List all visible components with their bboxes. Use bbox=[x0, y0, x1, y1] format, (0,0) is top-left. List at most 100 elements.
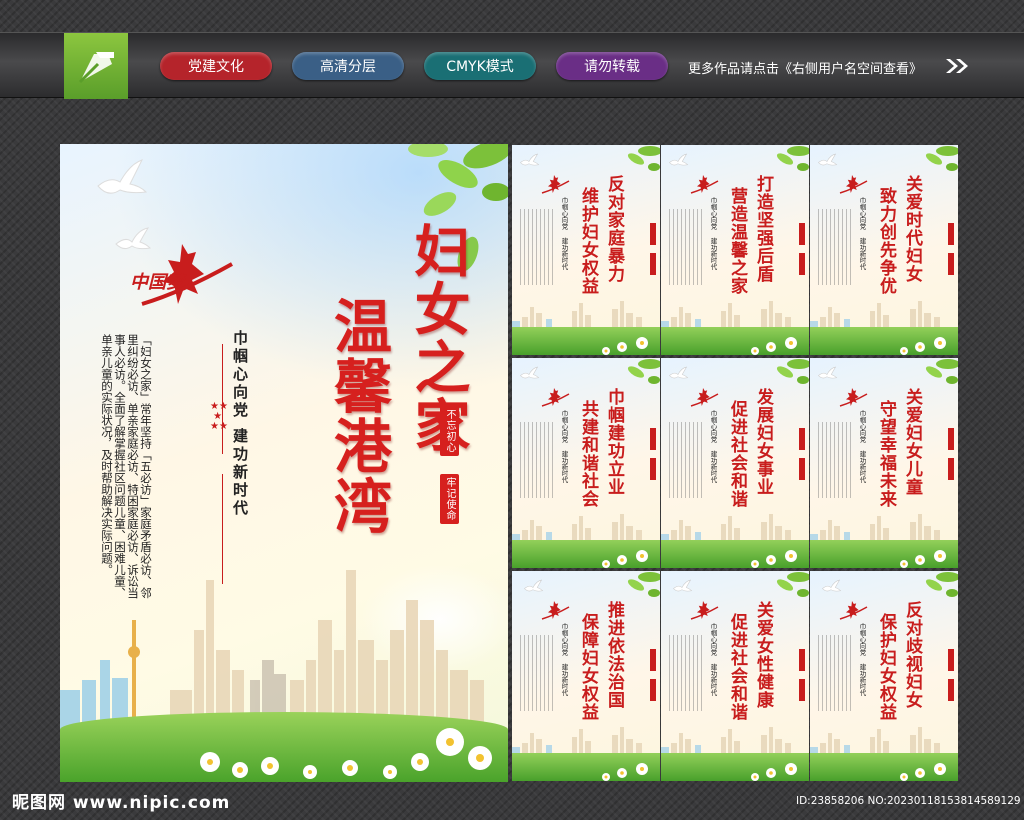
card-subtitle: 巾帼心向党 建功新时代 bbox=[858, 410, 866, 483]
top-banner: 党建文化 高清分层 CMYK模式 请勿转载 更多作品请点击《右侧用户名空间查看》 bbox=[0, 32, 1024, 99]
card-title-line1: 巾帼建功立业 bbox=[604, 388, 624, 496]
dove-icon bbox=[520, 366, 540, 379]
card-title-line1: 关爱妇女儿童 bbox=[902, 388, 922, 496]
dove-icon bbox=[818, 366, 838, 379]
card-seal bbox=[948, 253, 954, 275]
poster-title-line1: 妇女之家 bbox=[405, 222, 471, 454]
card-seal bbox=[650, 458, 656, 480]
card-title-line2: 促进社会和谐 bbox=[727, 400, 747, 508]
double-chevron-right-icon[interactable] bbox=[944, 57, 972, 75]
card-subtitle: 巾帼心向党 建功新时代 bbox=[560, 623, 568, 696]
dove-icon bbox=[818, 153, 838, 166]
card-subtitle: 巾帼心向党 建功新时代 bbox=[709, 623, 717, 696]
card-title-line1: 打造坚强后盾 bbox=[753, 175, 773, 283]
poster-subtitle-line1: 巾帼心向党 bbox=[231, 330, 249, 420]
divider-line bbox=[222, 344, 223, 454]
great-wall-logo-icon bbox=[541, 388, 570, 407]
card-seal bbox=[799, 223, 805, 245]
card-seal bbox=[948, 428, 954, 450]
card-subtitle: 巾帼心向党 建功新时代 bbox=[560, 197, 568, 270]
more-works-link[interactable]: 更多作品请点击《右侧用户名空间查看》 bbox=[688, 58, 922, 77]
daisy-flowers bbox=[602, 763, 648, 781]
great-wall-logo-icon bbox=[690, 601, 719, 620]
dove-icon bbox=[822, 579, 842, 592]
pen-nib-icon bbox=[78, 52, 114, 84]
daisy-flowers bbox=[751, 763, 797, 781]
poster-card[interactable]: 推进依法治国 保障妇女权益 巾帼心向党 建功新时代 bbox=[512, 571, 660, 781]
card-seal bbox=[650, 223, 656, 245]
card-body-text-block bbox=[520, 635, 554, 711]
daisy-flowers bbox=[900, 763, 946, 781]
poster-card[interactable]: 反对家庭暴力 维护妇女权益 巾帼心向党 建功新时代 bbox=[512, 145, 660, 355]
card-title-line1: 发展妇女事业 bbox=[753, 388, 773, 496]
dove-icon bbox=[97, 159, 148, 194]
great-wall-logo-icon bbox=[690, 388, 719, 407]
card-title-line2: 致力创先争优 bbox=[876, 187, 896, 295]
star-decoration: ★★ ★ ★★ bbox=[210, 401, 228, 432]
seal-text: 牢记使命 bbox=[444, 477, 455, 521]
daisy-flowers bbox=[602, 337, 648, 355]
card-title-line1: 关爱时代妇女 bbox=[902, 175, 922, 283]
card-subtitle: 巾帼心向党 建功新时代 bbox=[858, 197, 866, 270]
card-title-line2: 守望幸福未来 bbox=[876, 400, 896, 508]
card-seal bbox=[799, 649, 805, 671]
daisy-flowers bbox=[900, 337, 946, 355]
tag-label: 高清分层 bbox=[320, 59, 376, 75]
poster-card[interactable]: 巾帼建功立业 共建和谐社会 巾帼心向党 建功新时代 bbox=[512, 358, 660, 568]
daisy-flowers bbox=[900, 550, 946, 568]
card-body-text-block bbox=[520, 422, 554, 498]
dove-icon bbox=[673, 579, 693, 592]
card-seal bbox=[948, 223, 954, 245]
card-body-text-block bbox=[669, 209, 703, 285]
logo-text: 中国梦 bbox=[130, 272, 184, 293]
poster-card[interactable]: 关爱时代妇女 致力创先争优 巾帼心向党 建功新时代 bbox=[810, 145, 958, 355]
card-seal bbox=[799, 679, 805, 701]
card-seal bbox=[799, 253, 805, 275]
poster-subtitle-line2: 建功新时代 bbox=[231, 428, 249, 518]
poster-card[interactable]: 反对歧视妇女 保护妇女权益 巾帼心向党 建功新时代 bbox=[810, 571, 958, 781]
dove-icon bbox=[669, 153, 689, 166]
card-title-line2: 保护妇女权益 bbox=[876, 613, 896, 721]
daisy-flowers bbox=[751, 550, 797, 568]
poster-card[interactable]: 关爱妇女儿童 守望幸福未来 巾帼心向党 建功新时代 bbox=[810, 358, 958, 568]
poster-card[interactable]: 发展妇女事业 促进社会和谐 巾帼心向党 建功新时代 bbox=[661, 358, 809, 568]
tag-label: 党建文化 bbox=[188, 59, 244, 75]
tag-hd-layers[interactable]: 高清分层 bbox=[292, 52, 404, 80]
dove-icon bbox=[520, 153, 540, 166]
site-logo[interactable] bbox=[64, 33, 128, 99]
card-seal bbox=[650, 253, 656, 275]
dove-icon bbox=[524, 579, 544, 592]
card-title-line2: 共建和谐社会 bbox=[578, 400, 598, 508]
card-subtitle: 巾帼心向党 建功新时代 bbox=[560, 410, 568, 483]
tag-no-repost[interactable]: 请勿转载 bbox=[556, 52, 668, 80]
card-seal bbox=[799, 428, 805, 450]
card-body-text-block bbox=[818, 422, 852, 498]
card-title-line2: 促进社会和谐 bbox=[727, 613, 747, 721]
card-body-text-block bbox=[669, 422, 703, 498]
great-wall-logo-icon bbox=[839, 601, 868, 620]
card-title-line1: 推进依法治国 bbox=[604, 601, 624, 709]
card-seal bbox=[948, 649, 954, 671]
card-subtitle: 巾帼心向党 建功新时代 bbox=[709, 410, 717, 483]
site-watermark[interactable]: 昵图网 www.nipic.com bbox=[12, 788, 230, 813]
card-body-text-block bbox=[669, 635, 703, 711]
great-wall-logo-icon bbox=[839, 388, 868, 407]
great-wall-logo-icon bbox=[541, 175, 570, 194]
card-seal bbox=[650, 428, 656, 450]
tag-label: 请勿转载 bbox=[584, 59, 640, 75]
card-seal bbox=[799, 458, 805, 480]
seal-text: 不忘初心 bbox=[444, 409, 455, 453]
daisy-flowers bbox=[200, 728, 492, 779]
card-title-line2: 营造温馨之家 bbox=[727, 187, 747, 295]
tag-cmyk-mode[interactable]: CMYK模式 bbox=[424, 52, 536, 80]
poster-card[interactable]: 关爱女性健康 促进社会和谐 巾帼心向党 建功新时代 bbox=[661, 571, 809, 781]
card-seal bbox=[948, 679, 954, 701]
image-id-text: ID:23858206 NO:20230118153814589129 bbox=[796, 795, 1021, 807]
card-seal bbox=[650, 679, 656, 701]
card-title-line1: 反对家庭暴力 bbox=[604, 175, 624, 283]
card-title-line1: 关爱女性健康 bbox=[753, 601, 773, 709]
tag-party-culture[interactable]: 党建文化 bbox=[160, 52, 272, 80]
main-poster: 中国梦 ★★ ★ ★★ 妇女之家 温馨港湾 巾帼心向党 建功新时代 「妇女之家」常… bbox=[60, 144, 508, 782]
great-wall-logo-icon bbox=[690, 175, 719, 194]
poster-card[interactable]: 打造坚强后盾 营造温馨之家 巾帼心向党 建功新时代 bbox=[661, 145, 809, 355]
